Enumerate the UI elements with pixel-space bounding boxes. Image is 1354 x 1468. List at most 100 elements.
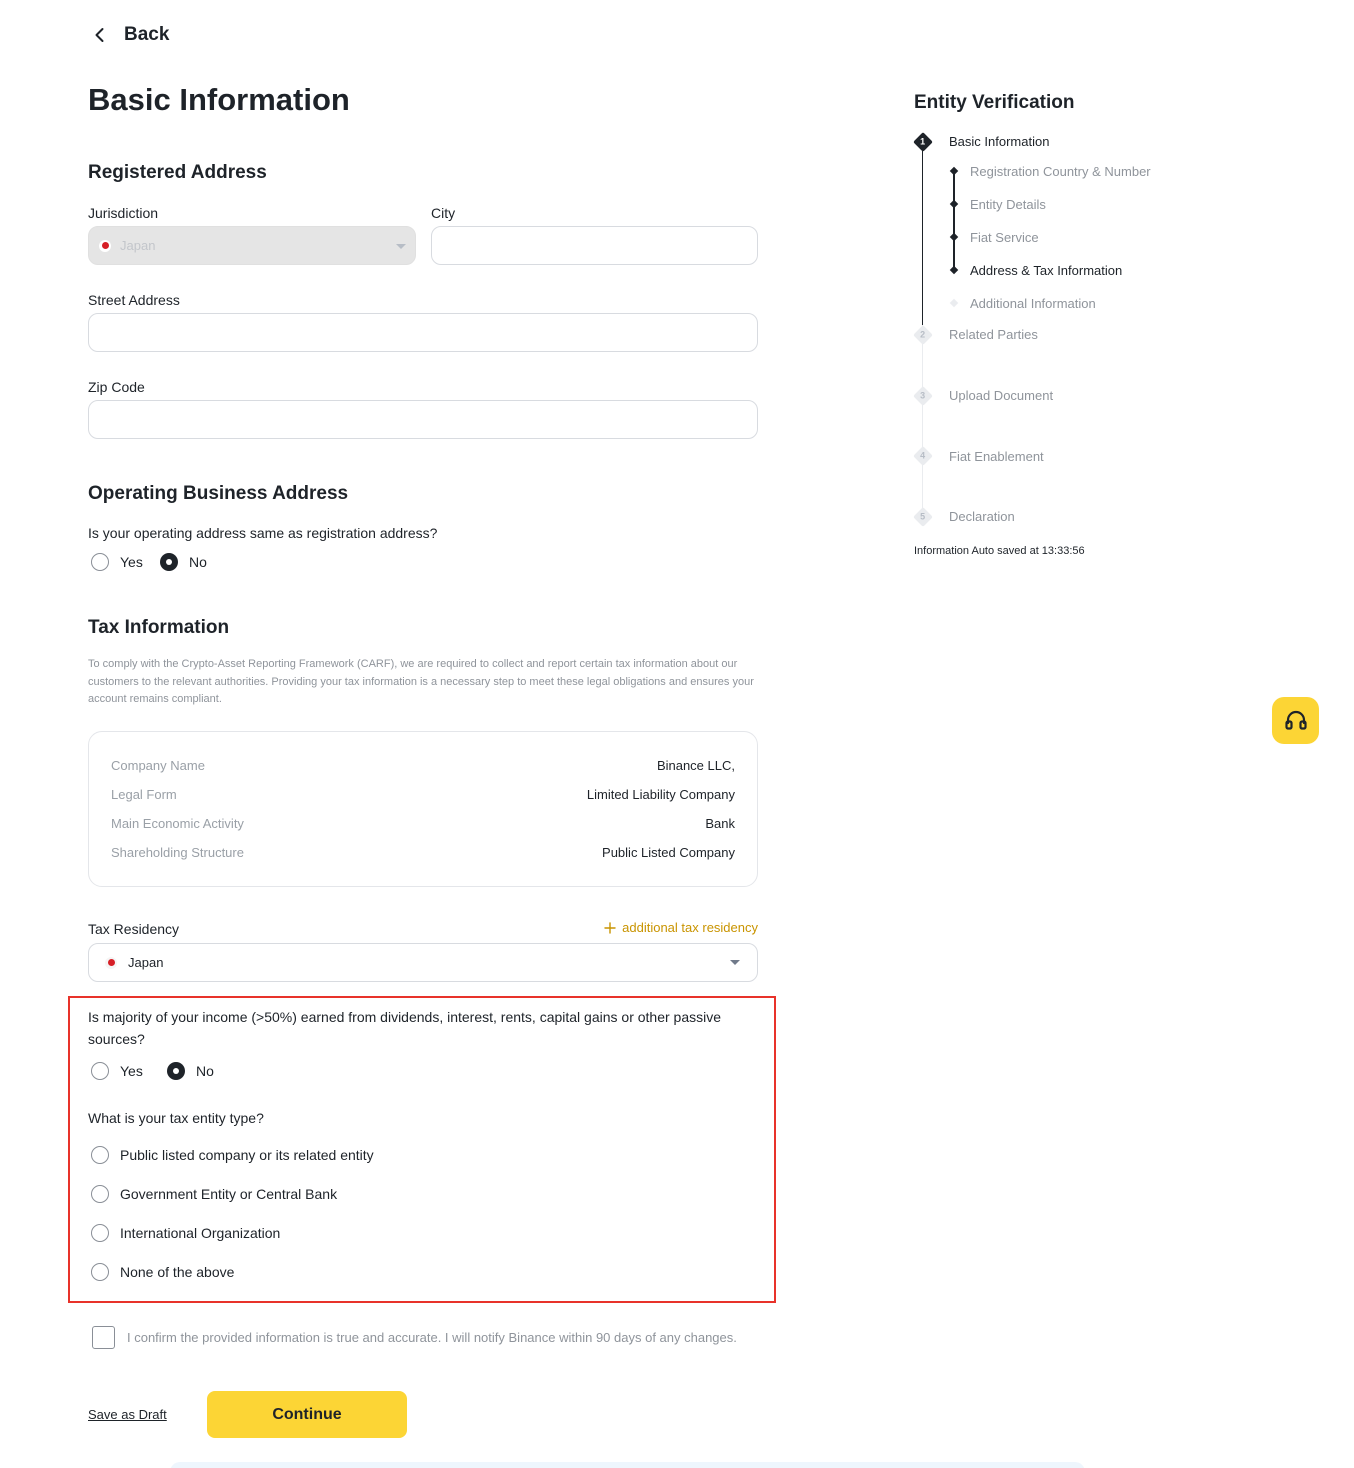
street-address-label: Street Address xyxy=(88,292,180,308)
operating-address-question: Is your operating address same as regist… xyxy=(88,525,438,541)
substep-marker xyxy=(949,298,959,308)
continue-button[interactable]: Continue xyxy=(207,1391,407,1438)
radio-label: Government Entity or Central Bank xyxy=(120,1186,338,1202)
radio-label: Yes xyxy=(120,554,143,570)
jurisdiction-label: Jurisdiction xyxy=(88,205,159,221)
chevron-down-icon xyxy=(396,244,406,249)
support-chat-button[interactable] xyxy=(1272,697,1319,744)
radio-label: International Organization xyxy=(120,1225,281,1241)
passive-income-no-option[interactable]: No xyxy=(167,1062,214,1080)
info-key: Shareholding Structure xyxy=(111,845,244,860)
substep-marker xyxy=(949,166,959,176)
registered-address-title: Registered Address xyxy=(88,162,267,183)
tax-information-title: Tax Information xyxy=(88,617,230,638)
substep-fiat-service[interactable]: Fiat Service xyxy=(970,230,1039,245)
radio-button[interactable] xyxy=(91,1263,109,1281)
step-number: 3 xyxy=(920,390,926,401)
autosave-status: Information Auto saved at 13:33:56 xyxy=(914,545,1085,557)
entity-type-option[interactable]: Government Entity or Central Bank xyxy=(91,1185,337,1203)
headset-icon xyxy=(1284,710,1307,730)
info-value: Binance LLC, xyxy=(656,758,735,773)
street-address-input[interactable] xyxy=(88,313,758,352)
step-declaration: Declaration xyxy=(949,509,1015,524)
jurisdiction-value: Japan xyxy=(120,238,156,253)
operating-address-yes-option[interactable]: Yes xyxy=(91,553,143,571)
radio-button[interactable] xyxy=(91,1146,109,1164)
entity-type-option[interactable]: International Organization xyxy=(91,1224,280,1242)
info-key: Company Name xyxy=(111,758,205,773)
step-related-parties: Related Parties xyxy=(949,327,1038,342)
info-value: Bank xyxy=(705,816,735,831)
city-input[interactable] xyxy=(431,226,758,265)
jurisdiction-select: Japan xyxy=(88,226,416,265)
substep-entity-details[interactable]: Entity Details xyxy=(970,197,1046,212)
radio-button[interactable] xyxy=(91,1062,109,1080)
zip-code-label: Zip Code xyxy=(88,379,145,395)
entity-type-question: What is your tax entity type? xyxy=(88,1110,264,1126)
radio-label: None of the above xyxy=(120,1264,235,1280)
radio-label: No xyxy=(189,554,207,570)
confirm-text: I confirm the provided information is tr… xyxy=(127,1330,737,1345)
substep-registration-country[interactable]: Registration Country & Number xyxy=(970,164,1151,179)
stepper-progress-line xyxy=(953,170,955,270)
step-number: 1 xyxy=(920,136,926,147)
confirm-checkbox[interactable] xyxy=(92,1326,115,1349)
japan-flag-icon xyxy=(99,239,111,252)
info-row-legal-form: Legal Form Limited Liability Company xyxy=(111,787,735,802)
chevron-left-icon xyxy=(95,28,104,42)
radio-label: Public listed company or its related ent… xyxy=(120,1147,374,1163)
stepper-active-line xyxy=(922,150,923,325)
info-value: Public Listed Company xyxy=(602,845,735,860)
plus-icon xyxy=(604,921,616,934)
info-row-economic-activity: Main Economic Activity Bank xyxy=(111,816,735,831)
japan-flag-icon xyxy=(105,956,117,969)
info-row-company-name: Company Name Binance LLC, xyxy=(111,758,735,773)
info-value: Limited Liability Company xyxy=(586,787,735,802)
step-2-marker: 2 xyxy=(913,325,933,345)
step-upload-document: Upload Document xyxy=(949,388,1054,403)
tax-residency-select[interactable]: Japan xyxy=(88,943,758,982)
operating-address-no-option[interactable]: No xyxy=(160,553,207,571)
bottom-panel-edge xyxy=(170,1462,1085,1468)
info-row-shareholding: Shareholding Structure Public Listed Com… xyxy=(111,845,735,860)
radio-button-selected[interactable] xyxy=(167,1062,185,1080)
substep-address-tax[interactable]: Address & Tax Information xyxy=(970,263,1122,278)
sidebar-title: Entity Verification xyxy=(914,92,1075,113)
substep-marker xyxy=(949,232,959,242)
city-label: City xyxy=(431,205,456,221)
substep-marker xyxy=(949,199,959,209)
add-tax-residency-link[interactable]: additional tax residency xyxy=(604,920,758,935)
radio-button[interactable] xyxy=(91,553,109,571)
radio-label: No xyxy=(196,1063,214,1079)
radio-button-selected[interactable] xyxy=(160,553,178,571)
radio-button[interactable] xyxy=(91,1185,109,1203)
chevron-down-icon xyxy=(730,960,740,965)
step-5-marker: 5 xyxy=(913,507,933,527)
entity-type-option[interactable]: None of the above xyxy=(91,1263,234,1281)
radio-button[interactable] xyxy=(91,1224,109,1242)
step-3-marker: 3 xyxy=(913,386,933,406)
zip-code-input[interactable] xyxy=(88,400,758,439)
operating-address-title: Operating Business Address xyxy=(88,483,349,504)
entity-type-option[interactable]: Public listed company or its related ent… xyxy=(91,1146,374,1164)
page-title: Basic Information xyxy=(88,82,350,117)
step-number: 5 xyxy=(920,511,926,522)
company-info-card: Company Name Binance LLC, Legal Form Lim… xyxy=(88,731,758,887)
back-button[interactable]: Back xyxy=(90,22,169,48)
passive-income-question: Is majority of your income (>50%) earned… xyxy=(88,1009,722,1047)
info-key: Main Economic Activity xyxy=(111,816,244,831)
tax-residency-label: Tax Residency xyxy=(88,921,180,937)
passive-income-yes-option[interactable]: Yes xyxy=(91,1062,143,1080)
step-number: 2 xyxy=(920,329,926,340)
back-label: Back xyxy=(124,24,170,45)
tax-description: To comply with the Crypto-Asset Reportin… xyxy=(88,658,754,705)
radio-label: Yes xyxy=(120,1063,143,1079)
save-as-draft-link[interactable]: Save as Draft xyxy=(88,1407,167,1422)
step-fiat-enablement: Fiat Enablement xyxy=(949,449,1044,464)
step-number: 4 xyxy=(920,450,926,461)
step-basic-information[interactable]: Basic Information xyxy=(949,134,1049,149)
tax-residency-value: Japan xyxy=(128,955,164,970)
substep-marker xyxy=(949,265,959,275)
info-key: Legal Form xyxy=(111,787,177,802)
step-1-marker: 1 xyxy=(913,132,933,152)
